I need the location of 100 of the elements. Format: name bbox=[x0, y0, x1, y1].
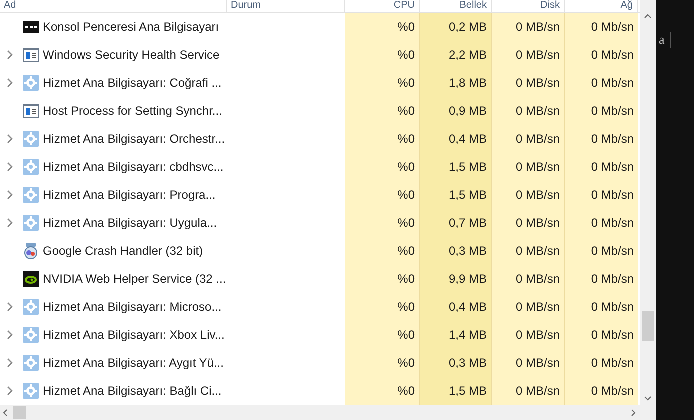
disk-cell: 0 MB/sn bbox=[492, 13, 565, 41]
process-name: Hizmet Ana Bilgisayarı: Bağlı Ci... bbox=[43, 383, 222, 400]
process-name: Hizmet Ana Bilgisayarı: Uygula... bbox=[43, 215, 218, 232]
disk-cell: 0 MB/sn bbox=[492, 97, 565, 125]
expand-chevron-icon[interactable] bbox=[7, 50, 13, 60]
crash-handler-icon bbox=[23, 243, 39, 259]
disk-cell: 0 MB/sn bbox=[492, 293, 565, 321]
memory-cell: 0,2 MB bbox=[420, 13, 492, 41]
gear-icon bbox=[23, 355, 39, 371]
network-cell: 0 Mb/sn bbox=[565, 97, 638, 125]
expand-chevron-icon[interactable] bbox=[7, 386, 13, 396]
cpu-cell: %0 bbox=[345, 181, 420, 209]
memory-cell: 1,8 MB bbox=[420, 69, 492, 97]
column-header[interactable]: CPU bbox=[345, 0, 420, 12]
console-icon bbox=[23, 21, 39, 33]
process-name: Hizmet Ana Bilgisayarı: Progra... bbox=[43, 187, 216, 204]
disk-cell: 0 MB/sn bbox=[492, 125, 565, 153]
cpu-cell: %0 bbox=[345, 377, 420, 405]
disk-cell: 0 MB/sn bbox=[492, 321, 565, 349]
gear-icon bbox=[23, 131, 39, 147]
disk-cell: 0 MB/sn bbox=[492, 209, 565, 237]
expand-chevron-icon[interactable] bbox=[7, 78, 13, 88]
disk-cell: 0 MB/sn bbox=[492, 153, 565, 181]
cpu-cell: %0 bbox=[345, 321, 420, 349]
disk-cell: 0 MB/sn bbox=[492, 349, 565, 377]
cpu-cell: %0 bbox=[345, 153, 420, 181]
cpu-cell: %0 bbox=[345, 265, 420, 293]
network-cell: 0 Mb/sn bbox=[565, 69, 638, 97]
scroll-right-icon[interactable] bbox=[631, 408, 636, 416]
cpu-cell: %0 bbox=[345, 41, 420, 69]
memory-cell: 1,4 MB bbox=[420, 321, 492, 349]
process-name: Hizmet Ana Bilgisayarı: Xbox Liv... bbox=[43, 327, 225, 344]
memory-cell: 0,9 MB bbox=[420, 97, 492, 125]
expand-chevron-icon[interactable] bbox=[7, 302, 13, 312]
disk-cell: 0 MB/sn bbox=[492, 181, 565, 209]
disk-cell: 0 MB/sn bbox=[492, 265, 565, 293]
process-name: Host Process for Setting Synchr... bbox=[43, 103, 222, 120]
process-name: Hizmet Ana Bilgisayarı: Coğrafi ... bbox=[43, 75, 222, 92]
network-cell: 0 Mb/sn bbox=[565, 13, 638, 41]
expand-chevron-icon[interactable] bbox=[7, 218, 13, 228]
cpu-cell: %0 bbox=[345, 237, 420, 265]
process-name: NVIDIA Web Helper Service (32 ... bbox=[43, 271, 226, 288]
process-name: Hizmet Ana Bilgisayarı: Aygıt Yü... bbox=[43, 355, 224, 372]
expand-chevron-icon[interactable] bbox=[7, 190, 13, 200]
gear-icon bbox=[23, 75, 39, 91]
disk-cell: 0 MB/sn bbox=[492, 69, 565, 97]
process-name: Konsol Penceresi Ana Bilgisayarı bbox=[43, 19, 220, 36]
disk-cell: 0 MB/sn bbox=[492, 41, 565, 69]
gear-icon bbox=[23, 327, 39, 343]
network-cell: 0 Mb/sn bbox=[565, 265, 638, 293]
process-name: Windows Security Health Service bbox=[43, 47, 220, 64]
expand-chevron-icon[interactable] bbox=[7, 134, 13, 144]
memory-cell: 1,5 MB bbox=[420, 377, 492, 405]
cpu-cell: %0 bbox=[345, 69, 420, 97]
expand-chevron-icon[interactable] bbox=[7, 358, 13, 368]
scrollbar-thumb[interactable] bbox=[13, 406, 26, 419]
memory-cell: 0,4 MB bbox=[420, 293, 492, 321]
scroll-left-icon[interactable] bbox=[3, 408, 8, 416]
vertical-scrollbar[interactable] bbox=[640, 0, 656, 405]
gear-icon bbox=[23, 383, 39, 399]
scroll-up-icon[interactable] bbox=[644, 14, 652, 19]
network-cell: 0 Mb/sn bbox=[565, 125, 638, 153]
column-header[interactable]: Ağ bbox=[565, 0, 638, 12]
column-header[interactable]: Ad bbox=[0, 0, 227, 12]
network-cell: 0 Mb/sn bbox=[565, 153, 638, 181]
network-cell: 0 Mb/sn bbox=[565, 181, 638, 209]
memory-cell: 0,4 MB bbox=[420, 125, 492, 153]
network-cell: 0 Mb/sn bbox=[565, 293, 638, 321]
scrollbar-thumb[interactable] bbox=[642, 311, 654, 341]
gear-icon bbox=[23, 187, 39, 203]
memory-cell: 1,5 MB bbox=[420, 153, 492, 181]
horizontal-scrollbar[interactable] bbox=[0, 405, 656, 420]
background-window-text: a bbox=[659, 31, 665, 49]
cpu-cell: %0 bbox=[345, 349, 420, 377]
window-icon bbox=[23, 48, 39, 62]
cpu-cell: %0 bbox=[345, 97, 420, 125]
network-cell: 0 Mb/sn bbox=[565, 209, 638, 237]
network-cell: 0 Mb/sn bbox=[565, 237, 638, 265]
gear-icon bbox=[23, 159, 39, 175]
expand-chevron-icon[interactable] bbox=[7, 330, 13, 340]
memory-cell: 2,2 MB bbox=[420, 41, 492, 69]
gear-icon bbox=[23, 299, 39, 315]
cpu-cell: %0 bbox=[345, 13, 420, 41]
cpu-cell: %0 bbox=[345, 293, 420, 321]
column-header[interactable]: Disk bbox=[492, 0, 565, 12]
network-cell: 0 Mb/sn bbox=[565, 349, 638, 377]
disk-cell: 0 MB/sn bbox=[492, 377, 565, 405]
process-name: Hizmet Ana Bilgisayarı: cbdhsvc... bbox=[43, 159, 224, 176]
memory-cell: 1,5 MB bbox=[420, 181, 492, 209]
network-cell: 0 Mb/sn bbox=[565, 41, 638, 69]
memory-cell: 0,7 MB bbox=[420, 209, 492, 237]
process-name: Google Crash Handler (32 bit) bbox=[43, 243, 204, 260]
network-cell: 0 Mb/sn bbox=[565, 377, 638, 405]
cpu-cell: %0 bbox=[345, 209, 420, 237]
column-header[interactable]: Bellek bbox=[420, 0, 492, 12]
scroll-down-icon[interactable] bbox=[644, 396, 652, 401]
expand-chevron-icon[interactable] bbox=[7, 162, 13, 172]
memory-cell: 0,3 MB bbox=[420, 349, 492, 377]
column-header[interactable]: Durum bbox=[227, 0, 345, 12]
process-name: Hizmet Ana Bilgisayarı: Microso... bbox=[43, 299, 222, 316]
